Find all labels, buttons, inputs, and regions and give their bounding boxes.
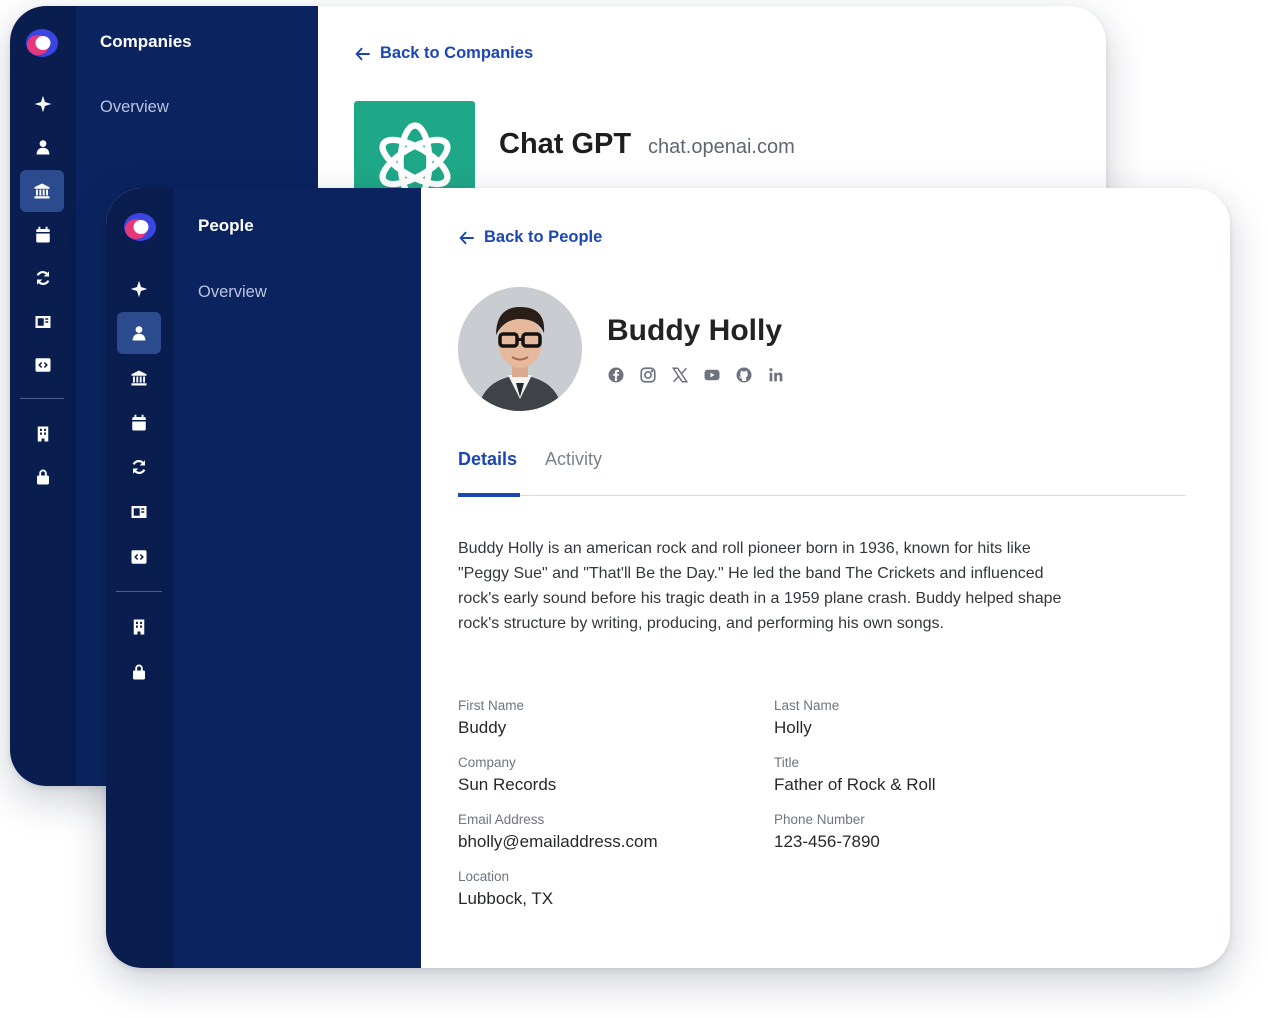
- people-nav-panel: People Overview: [174, 188, 421, 968]
- app-logo-icon[interactable]: [25, 28, 59, 58]
- bank-icon[interactable]: [117, 357, 161, 399]
- sparkle-icon[interactable]: [117, 268, 161, 310]
- person-bio: Buddy Holly is an american rock and roll…: [458, 540, 1062, 632]
- building-icon[interactable]: [21, 413, 65, 455]
- bank-icon[interactable]: [20, 170, 64, 212]
- field-label: Company: [458, 755, 516, 770]
- back-to-people-link[interactable]: Back to People: [458, 228, 602, 247]
- back-link-label: Back to People: [484, 228, 603, 246]
- field-value: 123-456-7890: [774, 832, 880, 851]
- people-window: People Overview Back to People Buddy Hol…: [106, 188, 1230, 968]
- social-links: [607, 366, 785, 384]
- field-title: Title Father of Rock & Roll: [774, 755, 1074, 795]
- arrow-left-icon: [459, 231, 474, 244]
- rail-divider: [20, 398, 64, 399]
- field-first-name: First Name Buddy: [458, 698, 758, 738]
- lock-icon[interactable]: [117, 651, 161, 693]
- app-logo-icon[interactable]: [123, 212, 157, 242]
- youtube-icon[interactable]: [703, 366, 721, 384]
- facebook-icon[interactable]: [607, 366, 625, 384]
- field-email: Email Address bholly@emailaddress.com: [458, 812, 758, 852]
- linkedin-icon[interactable]: [767, 366, 785, 384]
- person-icon[interactable]: [117, 312, 161, 354]
- field-value: Father of Rock & Roll: [774, 775, 936, 794]
- field-value: Buddy: [458, 718, 507, 737]
- company-domain[interactable]: chat.openai.com: [648, 136, 795, 159]
- rail-divider: [116, 591, 162, 592]
- nav-item-overview[interactable]: Overview: [198, 283, 267, 302]
- panel-title: Companies: [100, 32, 192, 51]
- company-name: Chat GPT: [499, 128, 632, 160]
- field-label: Location: [458, 869, 510, 884]
- person-detail: Back to People Buddy Holly Details Activ…: [421, 188, 1230, 968]
- calendar-icon[interactable]: [117, 402, 161, 444]
- person-icon[interactable]: [21, 126, 65, 168]
- lock-icon[interactable]: [21, 456, 65, 498]
- active-tab-indicator: [458, 493, 520, 497]
- panel-icon[interactable]: [21, 301, 65, 343]
- field-phone: Phone Number 123-456-7890: [774, 812, 1074, 852]
- field-value: bholly@emailaddress.com: [458, 832, 658, 851]
- calendar-icon[interactable]: [21, 214, 65, 256]
- instagram-icon[interactable]: [639, 366, 657, 384]
- field-label: Email Address: [458, 812, 545, 827]
- x-icon[interactable]: [671, 366, 689, 384]
- field-label: Last Name: [774, 698, 840, 713]
- building-icon[interactable]: [117, 606, 161, 648]
- arrow-left-icon: [355, 47, 370, 60]
- field-location: Location Lubbock, TX: [458, 869, 758, 909]
- back-link-label: Back to Companies: [380, 44, 534, 62]
- detail-tabs: Details Activity: [458, 446, 1186, 497]
- person-name: Buddy Holly: [607, 314, 783, 347]
- code-icon[interactable]: [117, 536, 161, 578]
- nav-item-overview[interactable]: Overview: [100, 98, 169, 117]
- icon-rail: [106, 188, 174, 968]
- field-value: Lubbock, TX: [458, 889, 554, 908]
- field-last-name: Last Name Holly: [774, 698, 1074, 738]
- github-icon[interactable]: [735, 366, 753, 384]
- field-value: Sun Records: [458, 775, 557, 794]
- field-company: Company Sun Records: [458, 755, 758, 795]
- field-value: Holly: [774, 718, 812, 737]
- field-label: First Name: [458, 698, 525, 713]
- panel-title: People: [198, 216, 254, 235]
- back-to-companies-link[interactable]: Back to Companies: [354, 44, 533, 63]
- icon-rail: [10, 6, 76, 786]
- sync-icon[interactable]: [21, 257, 65, 299]
- panel-icon[interactable]: [117, 491, 161, 533]
- person-photo: [458, 287, 582, 411]
- field-label: Title: [774, 755, 800, 770]
- tab-details[interactable]: Details: [458, 449, 517, 470]
- code-icon[interactable]: [21, 344, 65, 386]
- sync-icon[interactable]: [117, 446, 161, 488]
- field-label: Phone Number: [774, 812, 865, 827]
- sparkle-icon[interactable]: [21, 83, 65, 125]
- tab-activity[interactable]: Activity: [545, 449, 602, 470]
